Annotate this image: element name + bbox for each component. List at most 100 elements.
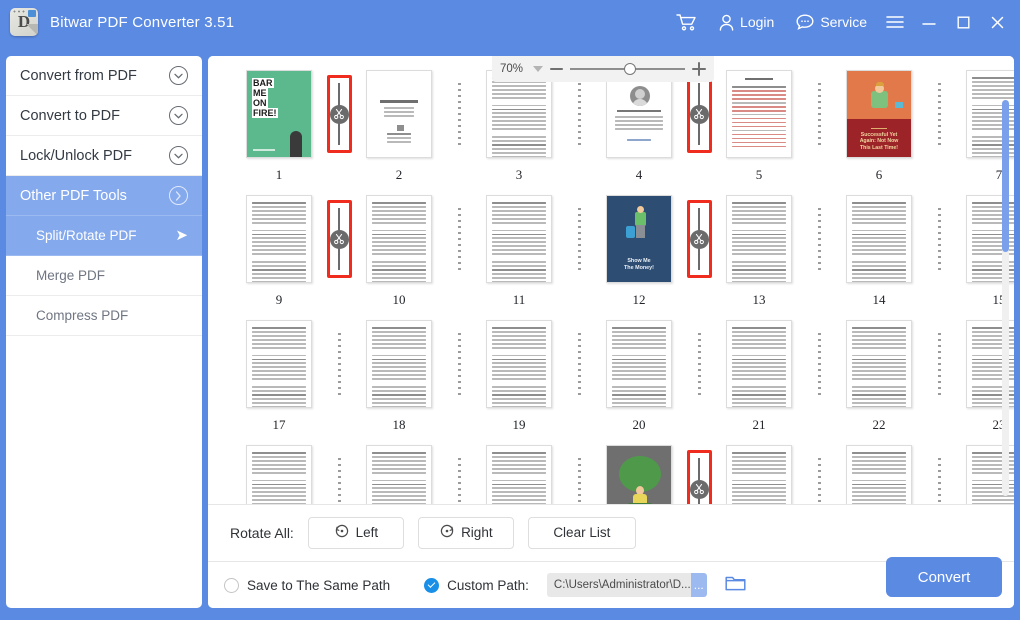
- page-thumbnail[interactable]: [366, 195, 432, 283]
- sidebar-item-other-pdf-tools[interactable]: Other PDF Tools: [6, 176, 202, 216]
- page-separator[interactable]: [568, 195, 590, 283]
- page-separator[interactable]: [928, 195, 950, 283]
- convert-button[interactable]: Convert: [886, 557, 1002, 597]
- thumbnail-item[interactable]: 2: [350, 70, 448, 183]
- thumbnail-item[interactable]: 5: [710, 70, 808, 183]
- page-separator[interactable]: [928, 445, 950, 504]
- radio-same-path-icon[interactable]: [224, 577, 239, 593]
- page-thumbnail[interactable]: [246, 320, 312, 408]
- page-thumbnail[interactable]: [366, 320, 432, 408]
- thumbnail-item[interactable]: 3: [470, 70, 568, 183]
- thumbnail-item[interactable]: 17: [230, 320, 328, 433]
- custom-path-option[interactable]: Custom Path: C:\Users\Administrator\D...…: [424, 573, 746, 597]
- scissors-icon[interactable]: [329, 229, 349, 249]
- thumbnail-item[interactable]: 11: [470, 195, 568, 308]
- page-thumbnail[interactable]: [486, 445, 552, 504]
- page-thumbnail[interactable]: [606, 320, 672, 408]
- page-separator[interactable]: [568, 445, 590, 504]
- page-separator[interactable]: [328, 445, 350, 504]
- page-separator[interactable]: [928, 320, 950, 408]
- scissors-icon[interactable]: [689, 479, 709, 499]
- sidebar-item-lock-unlock-pdf[interactable]: Lock/Unlock PDF: [6, 136, 202, 176]
- split-marker-box[interactable]: [326, 200, 352, 278]
- sidebar-item-merge-pdf[interactable]: Merge PDF: [6, 256, 202, 296]
- rotate-left-button[interactable]: Left: [307, 516, 404, 549]
- thumbnail-item[interactable]: [710, 445, 808, 504]
- scissors-icon[interactable]: [689, 229, 709, 249]
- page-thumbnail[interactable]: [606, 445, 672, 504]
- page-separator[interactable]: [568, 70, 590, 158]
- split-marker[interactable]: [686, 195, 712, 283]
- zoom-slider-knob[interactable]: [623, 63, 636, 75]
- scissors-icon[interactable]: [329, 104, 349, 124]
- service-button[interactable]: Service: [785, 0, 878, 44]
- zoom-slider[interactable]: [570, 62, 685, 76]
- page-thumbnail[interactable]: [486, 195, 552, 283]
- scissors-icon[interactable]: [689, 104, 709, 124]
- page-thumbnail[interactable]: [846, 445, 912, 504]
- page-thumbnail[interactable]: [246, 445, 312, 504]
- sidebar-item-compress-pdf[interactable]: Compress PDF: [6, 296, 202, 336]
- thumbnail-item[interactable]: 14: [830, 195, 928, 308]
- menu-button[interactable]: [878, 0, 912, 44]
- thumbnail-item[interactable]: Show Me The Money! 12: [590, 195, 688, 308]
- thumbnail-item[interactable]: 19: [470, 320, 568, 433]
- split-marker-box[interactable]: [326, 75, 352, 153]
- thumbnail-item[interactable]: [230, 445, 328, 504]
- cart-button[interactable]: [665, 0, 708, 44]
- folder-icon[interactable]: [725, 575, 746, 595]
- caret-down-icon[interactable]: [533, 66, 543, 72]
- thumbnail-item[interactable]: 4: [590, 70, 688, 183]
- page-separator[interactable]: [568, 320, 590, 408]
- page-thumbnail[interactable]: [486, 70, 552, 158]
- thumbnail-item[interactable]: 18: [350, 320, 448, 433]
- page-thumbnail[interactable]: [486, 320, 552, 408]
- browse-button[interactable]: ...: [690, 573, 707, 597]
- thumbnail-item[interactable]: 10: [350, 195, 448, 308]
- page-separator[interactable]: [808, 320, 830, 408]
- login-button[interactable]: Login: [708, 0, 785, 44]
- page-thumbnail[interactable]: [726, 195, 792, 283]
- page-separator[interactable]: [928, 70, 950, 158]
- rotate-right-button[interactable]: Right: [417, 516, 514, 549]
- page-thumbnail[interactable]: Show Me The Money!: [606, 195, 672, 283]
- thumbnail-item[interactable]: 21: [710, 320, 808, 433]
- page-thumbnail[interactable]: [846, 195, 912, 283]
- page-separator[interactable]: [688, 320, 710, 408]
- thumbnail-item[interactable]: 20: [590, 320, 688, 433]
- page-thumbnail[interactable]: [726, 445, 792, 504]
- page-separator[interactable]: [448, 445, 470, 504]
- thumbnail-scroll-area[interactable]: BAR ME ON FIRE! 1 2 3 4 5 Successful Yet Again: No…: [208, 56, 1014, 504]
- sidebar-item-split-rotate-pdf[interactable]: Split/Rotate PDF ➤: [6, 216, 202, 256]
- sidebar-item-convert-to-pdf[interactable]: Convert to PDF: [6, 96, 202, 136]
- page-thumbnail[interactable]: [726, 320, 792, 408]
- page-separator[interactable]: [808, 70, 830, 158]
- close-button[interactable]: [980, 0, 1014, 44]
- split-marker[interactable]: [686, 70, 712, 158]
- save-same-path-option[interactable]: Save to The Same Path: [224, 577, 390, 593]
- sidebar-item-convert-from-pdf[interactable]: Convert from PDF: [6, 56, 202, 96]
- page-thumbnail[interactable]: [366, 70, 432, 158]
- page-thumbnail[interactable]: BAR ME ON FIRE!: [246, 70, 312, 158]
- zoom-in-icon[interactable]: [692, 62, 706, 76]
- minimize-button[interactable]: [912, 0, 946, 44]
- maximize-button[interactable]: [946, 0, 980, 44]
- page-thumbnail[interactable]: [606, 70, 672, 158]
- thumbnail-item[interactable]: [830, 445, 928, 504]
- zoom-out-icon[interactable]: [550, 68, 563, 70]
- split-marker-box[interactable]: [686, 200, 712, 278]
- split-marker-box[interactable]: [686, 75, 712, 153]
- thumbnail-item[interactable]: Successful Yet Again: Not Now This Last Ti…: [830, 70, 928, 183]
- page-thumbnail[interactable]: [846, 320, 912, 408]
- thumbnail-item[interactable]: [470, 445, 568, 504]
- scrollbar-thumb[interactable]: [1002, 100, 1009, 252]
- scrollbar-track[interactable]: [1002, 100, 1009, 496]
- page-separator[interactable]: [808, 445, 830, 504]
- page-thumbnail[interactable]: [366, 445, 432, 504]
- page-thumbnail[interactable]: Successful Yet Again: Not Now This Last Ti…: [846, 70, 912, 158]
- thumbnail-item[interactable]: 22: [830, 320, 928, 433]
- page-separator[interactable]: [448, 320, 470, 408]
- split-marker[interactable]: [686, 445, 712, 504]
- page-separator[interactable]: [448, 195, 470, 283]
- page-thumbnail[interactable]: [726, 70, 792, 158]
